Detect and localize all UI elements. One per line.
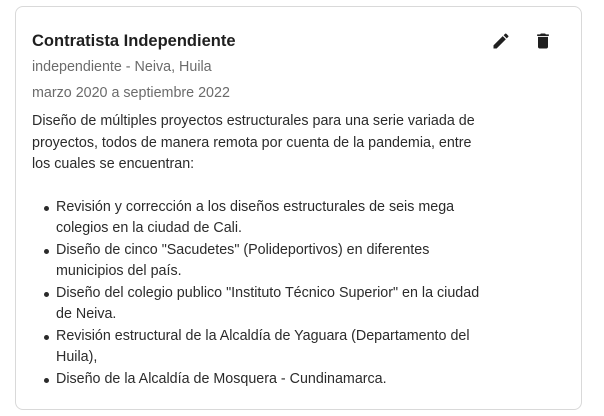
- job-description: Diseño de múltiples proyectos estructura…: [32, 113, 475, 172]
- list-item: Diseño del colegio publico "Instituto Té…: [44, 283, 482, 326]
- bullet-icon: [44, 205, 49, 211]
- card-actions: [489, 29, 555, 53]
- list-item-text: Diseño del colegio publico "Instituto Té…: [56, 284, 480, 323]
- list-item: Diseño de cinco "Sacudetes" (Polideporti…: [44, 240, 482, 283]
- list-item: Diseño de la Alcaldía de Mosquera - Cund…: [44, 369, 482, 391]
- list-item-text: Revisión y corrección a los diseños estr…: [56, 198, 455, 237]
- list-item-text: Diseño de cinco "Sacudetes" (Polideporti…: [56, 241, 430, 280]
- bullet-icon: [44, 248, 49, 254]
- list-item: Revisión y corrección a los diseños estr…: [44, 197, 482, 240]
- bullet-icon: [44, 377, 49, 383]
- job-title: Contratista Independiente: [32, 32, 236, 50]
- bullet-icon: [44, 291, 49, 297]
- pencil-icon: [493, 33, 509, 49]
- list-item-text: Diseño de la Alcaldía de Mosquera - Cund…: [56, 370, 387, 387]
- bullet-icon: [44, 334, 49, 340]
- list-item-text: Revisión estructural de la Alcaldía de Y…: [56, 327, 470, 366]
- delete-button[interactable]: [531, 29, 555, 53]
- list-item: Revisión estructural de la Alcaldía de Y…: [44, 326, 482, 369]
- employer-location: independiente - Neiva, Huila: [32, 59, 212, 75]
- experience-content: Contratista Independiente independiente …: [32, 29, 482, 390]
- experience-card: Contratista Independiente independiente …: [15, 6, 582, 410]
- project-list: Revisión y corrección a los diseños estr…: [32, 197, 482, 391]
- date-range: marzo 2020 a septiembre 2022: [32, 85, 230, 101]
- trash-icon: [537, 33, 549, 49]
- edit-button[interactable]: [489, 29, 513, 53]
